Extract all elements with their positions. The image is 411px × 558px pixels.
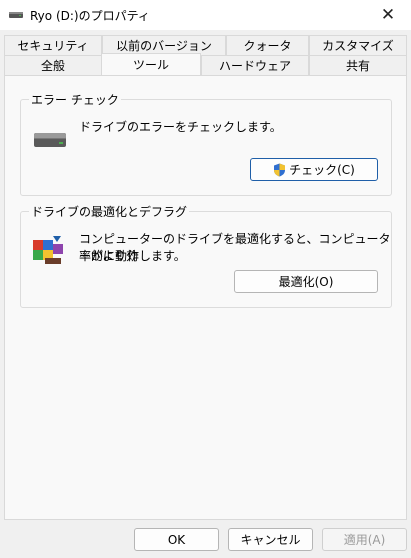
tab-security[interactable]: セキュリティ	[4, 35, 102, 55]
title-bar[interactable]: Ryo (D:)のプロパティ ✕	[0, 0, 411, 30]
tab-label: カスタマイズ	[322, 39, 394, 53]
tab-sharing[interactable]: 共有	[309, 55, 407, 75]
group-title: エラー チェック	[29, 91, 121, 108]
optimize-button-label: 最適化(O)	[278, 275, 334, 289]
uac-shield-icon	[274, 163, 286, 176]
tab-quota[interactable]: クォータ	[226, 35, 309, 55]
tab-general[interactable]: 全般	[4, 55, 102, 75]
tab-label: ハードウェア	[218, 59, 291, 73]
tab-hardware[interactable]: ハードウェア	[201, 55, 309, 75]
ok-button[interactable]: OK	[134, 528, 219, 551]
tab-tools[interactable]: ツール	[101, 53, 201, 75]
optimize-group: ドライブの最適化とデフラグ コンピューターのドライブを最適化すると、コンピュータ…	[20, 203, 392, 308]
close-icon: ✕	[380, 5, 396, 25]
check-button-label: チェック(C)	[289, 163, 355, 177]
group-title: ドライブの最適化とデフラグ	[29, 203, 190, 220]
tab-label: ツール	[132, 58, 169, 72]
check-button[interactable]: チェック(C)	[250, 158, 378, 181]
optimize-button[interactable]: 最適化(O)	[234, 270, 378, 293]
apply-button-label: 適用(A)	[343, 533, 386, 547]
tab-label: 以前のバージョン	[116, 39, 212, 53]
properties-window: Ryo (D:)のプロパティ ✕ セキュリティ 以前のバージョン クォータ カス…	[0, 0, 411, 558]
drive-icon	[9, 12, 23, 18]
defrag-icon	[33, 236, 63, 264]
tab-label: 全般	[40, 59, 65, 73]
error-check-group: エラー チェック ドライブのエラーをチェックします。 チェック(C)	[20, 91, 392, 196]
cancel-button-label: キャンセル	[240, 533, 301, 547]
cancel-button[interactable]: キャンセル	[228, 528, 313, 551]
window-title: Ryo (D:)のプロパティ	[30, 9, 150, 23]
drive-icon	[34, 133, 66, 147]
apply-button[interactable]: 適用(A)	[322, 528, 407, 551]
ok-button-label: OK	[167, 532, 186, 547]
tools-panel: エラー チェック ドライブのエラーをチェックします。 チェック(C) ドライブの…	[4, 75, 407, 520]
close-button[interactable]: ✕	[365, 0, 411, 30]
error-check-description: ドライブのエラーをチェックします。	[79, 120, 282, 134]
tab-label: クォータ	[243, 39, 292, 53]
tab-label: 共有	[345, 59, 370, 73]
tab-label: セキュリティ	[17, 39, 89, 53]
optimize-description-line2: 率的に動作します。	[79, 249, 186, 263]
tab-customize[interactable]: カスタマイズ	[309, 35, 407, 55]
tab-previous-versions[interactable]: 以前のバージョン	[102, 35, 226, 55]
